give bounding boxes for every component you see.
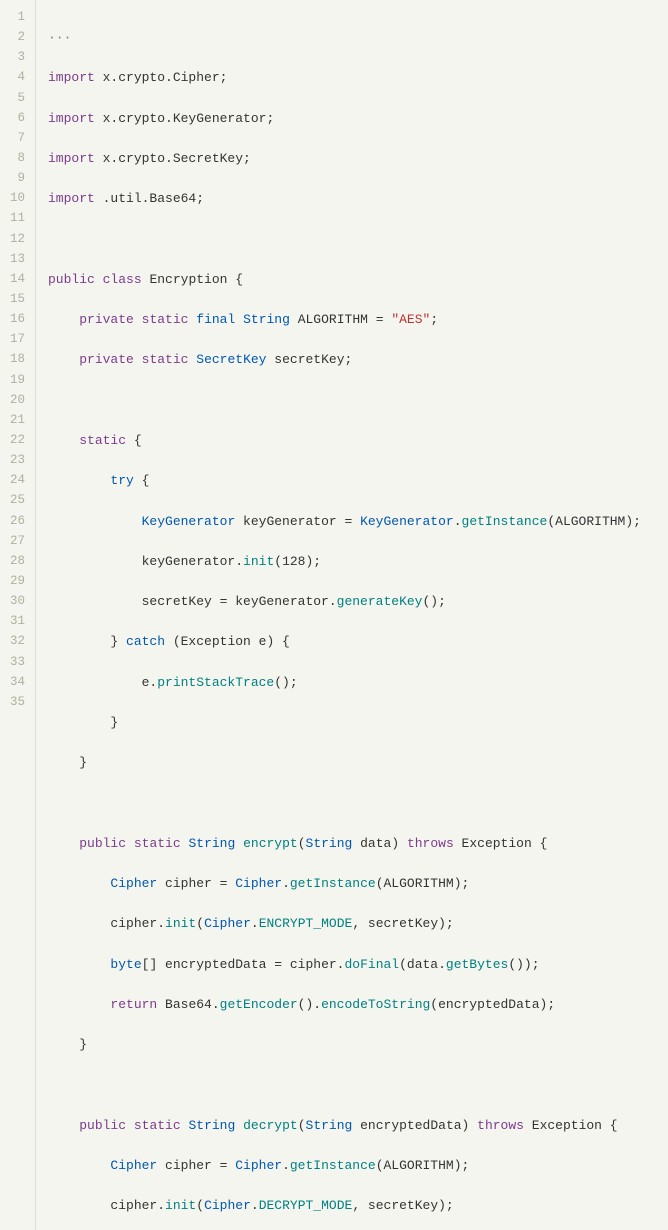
line-numbers: 1 2 3 4 5 6 7 8 9 10 11 12 13 14 15 16 1…	[0, 0, 36, 1230]
code-line-22: Cipher cipher = Cipher.getInstance(ALGOR…	[48, 874, 656, 894]
code-line-11: static {	[48, 431, 656, 451]
code-content: ··· import x.crypto.Cipher; import x.cry…	[36, 0, 668, 1230]
code-line-14: keyGenerator.init(128);	[48, 552, 656, 572]
code-line-28: public static String decrypt(String encr…	[48, 1116, 656, 1136]
code-line-27	[48, 1075, 656, 1095]
code-line-6	[48, 230, 656, 250]
code-line-26: }	[48, 1035, 656, 1055]
code-line-18: }	[48, 713, 656, 733]
code-line-16: } catch (Exception e) {	[48, 632, 656, 652]
code-line-13: KeyGenerator keyGenerator = KeyGenerator…	[48, 512, 656, 532]
code-line-24: byte[] encryptedData = cipher.doFinal(da…	[48, 955, 656, 975]
code-line-29: Cipher cipher = Cipher.getInstance(ALGOR…	[48, 1156, 656, 1176]
code-line-25: return Base64.getEncoder().encodeToStrin…	[48, 995, 656, 1015]
code-line-4: import x.crypto.SecretKey;	[48, 149, 656, 169]
code-line-8: private static final String ALGORITHM = …	[48, 310, 656, 330]
code-line-7: public class Encryption {	[48, 270, 656, 290]
code-line-10	[48, 391, 656, 411]
code-line-1: ···	[48, 28, 656, 48]
code-line-21: public static String encrypt(String data…	[48, 834, 656, 854]
code-line-30: cipher.init(Cipher.DECRYPT_MODE, secretK…	[48, 1196, 656, 1216]
code-line-9: private static SecretKey secretKey;	[48, 350, 656, 370]
code-line-20	[48, 793, 656, 813]
code-line-15: secretKey = keyGenerator.generateKey();	[48, 592, 656, 612]
code-line-19: }	[48, 753, 656, 773]
code-line-5: import .util.Base64;	[48, 189, 656, 209]
code-line-12: try {	[48, 471, 656, 491]
code-line-3: import x.crypto.KeyGenerator;	[48, 109, 656, 129]
code-line-23: cipher.init(Cipher.ENCRYPT_MODE, secretK…	[48, 914, 656, 934]
code-line-2: import x.crypto.Cipher;	[48, 68, 656, 88]
code-viewer: 1 2 3 4 5 6 7 8 9 10 11 12 13 14 15 16 1…	[0, 0, 668, 1230]
code-line-17: e.printStackTrace();	[48, 673, 656, 693]
